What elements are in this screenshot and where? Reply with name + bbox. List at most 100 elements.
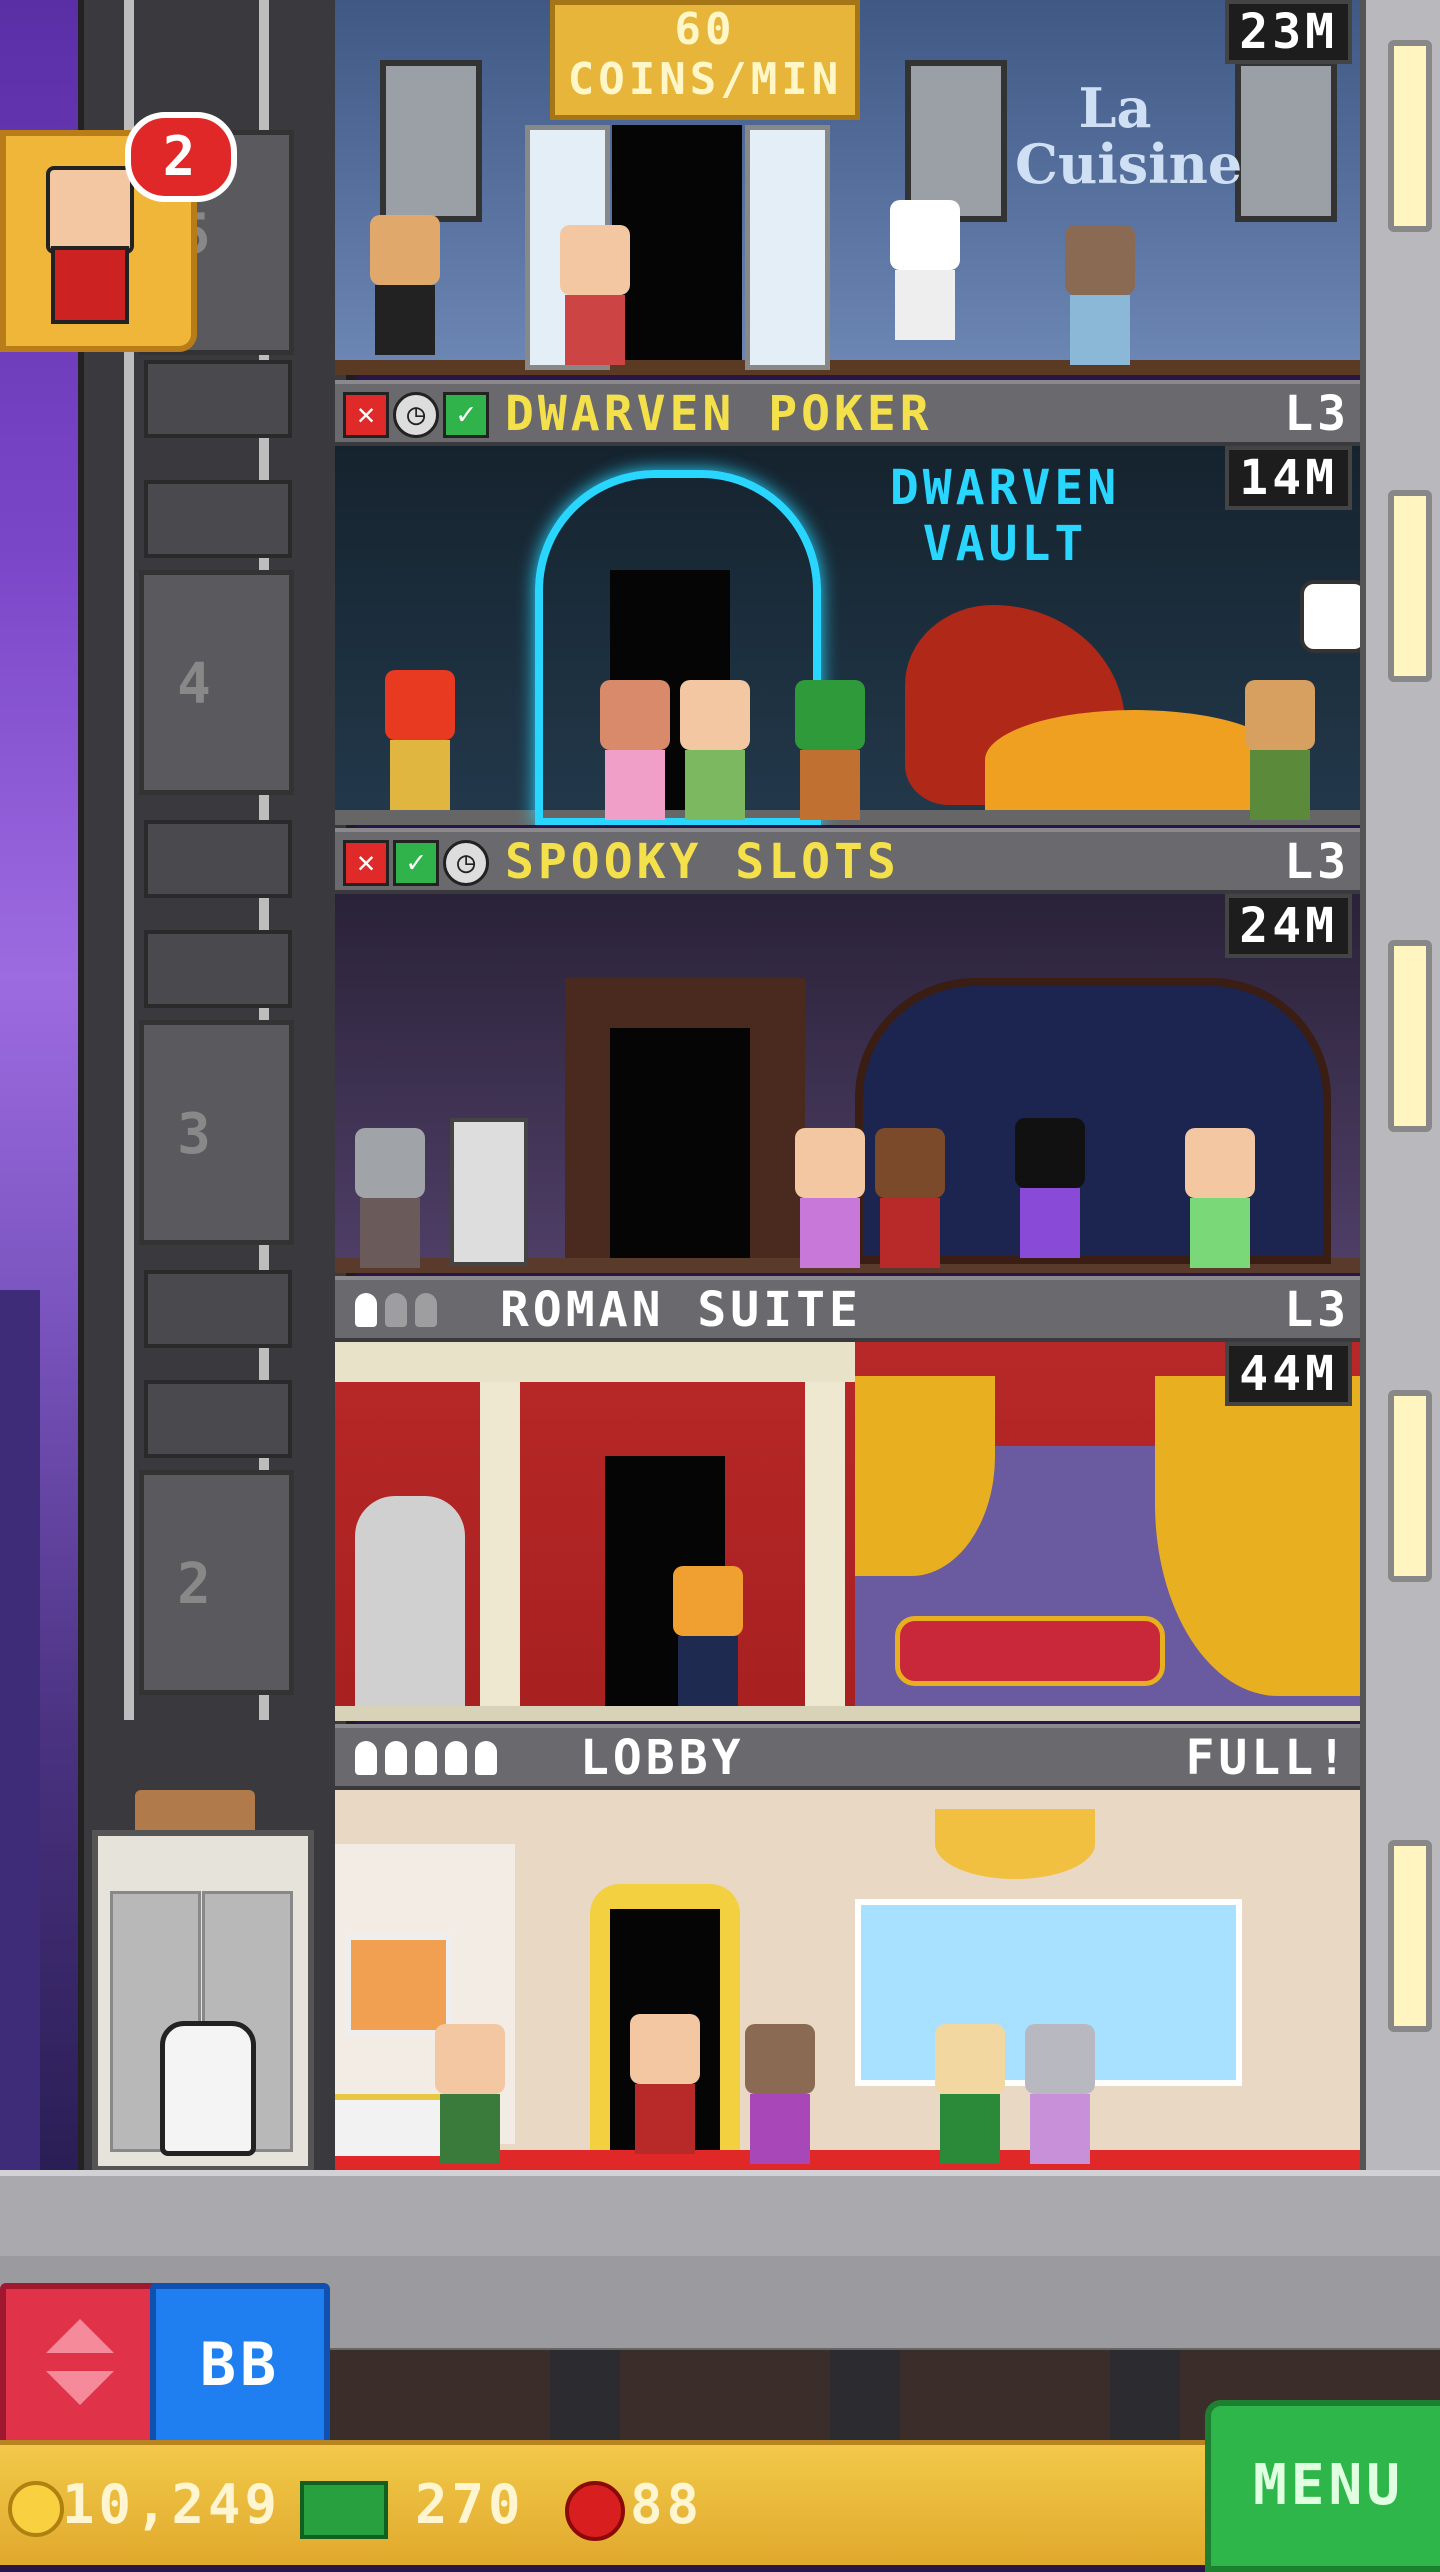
floor-ledge <box>335 360 1360 375</box>
vault-sign-line2: VAULT <box>922 516 1088 572</box>
resident-zombie[interactable] <box>355 1128 425 1268</box>
resident-slot-filled-icon <box>415 1741 437 1775</box>
lobby-painting <box>345 1934 452 2036</box>
elevator-car[interactable] <box>92 1830 314 2172</box>
coins-per-min-value: 60 <box>674 4 736 55</box>
basement-pillar <box>830 2350 900 2440</box>
gold-pile <box>985 710 1285 810</box>
resident-visitor[interactable] <box>935 2024 1005 2164</box>
menu-button[interactable]: MENU <box>1205 2400 1440 2572</box>
floor-name: ROMAN SUITE <box>500 1282 862 1338</box>
shaft-brick <box>144 1270 292 1348</box>
floor-header: ✕ ◷ ✓ DWARVEN POKER L3 <box>335 380 1360 446</box>
resident-customer[interactable] <box>1245 680 1315 820</box>
floor-name: DWARVEN POKER <box>505 386 933 442</box>
speech-bubble[interactable] <box>1300 580 1360 653</box>
resident-visitor[interactable] <box>435 2024 505 2164</box>
slot-machine <box>450 1118 528 1266</box>
floor-header: LOBBY FULL! <box>335 1724 1360 1790</box>
elevator-rider[interactable] <box>160 2021 256 2156</box>
restaurant-sign-line1: La <box>1078 76 1152 140</box>
bitbook-button[interactable]: BB <box>150 2283 330 2447</box>
stock-counter: 23M <box>1225 0 1352 64</box>
resident-customer[interactable] <box>600 680 670 820</box>
resident-customer[interactable] <box>795 1128 865 1268</box>
shaft-brick <box>144 820 292 898</box>
status-x-icon: ✕ <box>343 392 389 438</box>
bux-icon <box>300 2481 388 2539</box>
statue <box>355 1496 465 1706</box>
resident-dwarf[interactable] <box>795 680 865 820</box>
floor-ledge <box>335 1706 1360 1721</box>
status-check-icon: ✓ <box>393 840 439 886</box>
coins-per-min-label: COINS/MIN <box>567 54 843 105</box>
resident-slot-empty-icon <box>415 1293 437 1327</box>
roman-column <box>480 1382 520 1706</box>
resident-slot-filled-icon <box>355 1293 377 1327</box>
wall-painting <box>905 60 1007 222</box>
floor-header: ✕ ✓ ◷ SPOOKY SLOTS L3 <box>335 828 1360 894</box>
floor-header: ROMAN SUITE L3 <box>335 1276 1360 1342</box>
resident-customer[interactable] <box>1065 225 1135 365</box>
resident-dwarf[interactable] <box>385 670 455 810</box>
resident-chef[interactable] <box>890 200 960 340</box>
window-right <box>745 125 830 370</box>
wall-lamp <box>1388 490 1432 682</box>
floor-level: L3 <box>1284 834 1350 890</box>
coins-per-min-sign: 60 COINS/MIN <box>550 0 860 120</box>
elevator-arrows-button[interactable] <box>0 2283 160 2447</box>
status-check-icon: ✓ <box>443 392 489 438</box>
resident-visitor[interactable] <box>745 2024 815 2164</box>
status-x-icon: ✕ <box>343 840 389 886</box>
resident-waiter[interactable] <box>370 215 440 355</box>
resident-visitor[interactable] <box>1025 2024 1095 2164</box>
gem-icon <box>565 2481 625 2541</box>
floor-name: SPOOKY SLOTS <box>505 834 900 890</box>
resident-customer[interactable] <box>560 225 630 365</box>
roman-column <box>805 1382 845 1706</box>
spooky-door <box>610 1028 750 1258</box>
roman-chaise-lounge <box>895 1616 1165 1686</box>
floor-dwarven-poker[interactable]: ✕ ◷ ✓ DWARVEN POKER L3 DWARVEN VAULT 14M <box>335 380 1360 825</box>
status-clock-icon: ◷ <box>443 840 489 886</box>
restaurant-door <box>612 125 742 360</box>
wall-painting <box>1235 60 1337 222</box>
lobby-bellhop[interactable] <box>630 2014 700 2154</box>
elevator-floor-label: 3 <box>177 1102 211 1167</box>
slot-machine-player[interactable] <box>1015 1118 1085 1258</box>
coin-icon <box>8 2481 64 2537</box>
floor-level: FULL! <box>1185 1730 1350 1786</box>
resident-bellhop[interactable] <box>875 1128 945 1268</box>
resident-customer[interactable] <box>680 680 750 820</box>
restaurant-wall-sign: La Cuisine <box>1015 76 1242 192</box>
basement-pillar <box>550 2350 620 2440</box>
floor-lobby[interactable]: LOBBY FULL! <box>335 1724 1360 2170</box>
wall-lamp <box>1388 940 1432 1132</box>
chandelier <box>935 1809 1095 1879</box>
elevator-floor-label: 4 <box>177 652 211 717</box>
elevator-floor-label: 2 <box>177 1552 211 1617</box>
floor-level: L3 <box>1284 1282 1350 1338</box>
wall-lamp <box>1388 1390 1432 1582</box>
floor-roman-suite[interactable]: ROMAN SUITE L3 44M <box>335 1276 1360 1721</box>
roman-frieze <box>335 1342 855 1382</box>
shaft-brick <box>144 1380 292 1458</box>
wall-lamp <box>1388 1840 1432 2032</box>
floor-restaurant[interactable]: 60 COINS/MIN La Cuisine 23M <box>335 0 1360 375</box>
wall-painting <box>380 60 482 222</box>
dwarven-vault-sign: DWARVEN VAULT <box>855 460 1155 572</box>
resident-slot-filled-icon <box>355 1741 377 1775</box>
coins-count: 10,249 <box>62 2473 282 2536</box>
shaft-brick <box>144 360 292 438</box>
bux-count: 270 <box>415 2473 525 2536</box>
floor-spooky-slots[interactable]: ✕ ✓ ◷ SPOOKY SLOTS L3 24M <box>335 828 1360 1273</box>
tower-right-wall <box>1360 0 1440 2170</box>
vault-sign-line1: DWARVEN <box>889 460 1121 516</box>
basement-pillar <box>1110 2350 1180 2440</box>
wall-lamp <box>1388 40 1432 232</box>
floor-name: LOBBY <box>580 1730 745 1786</box>
resident-visitor[interactable] <box>673 1566 743 1706</box>
shaft-brick <box>144 930 292 1008</box>
resident-slot-filled-icon <box>445 1741 467 1775</box>
resident-customer[interactable] <box>1185 1128 1255 1268</box>
